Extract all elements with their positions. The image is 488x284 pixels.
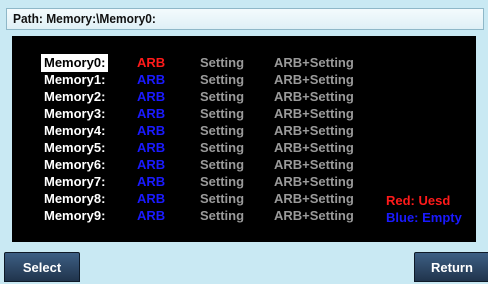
arb-setting-option[interactable]: ARB+Setting — [274, 89, 354, 105]
arb-option[interactable]: ARB — [137, 123, 165, 139]
arb-option[interactable]: ARB — [137, 208, 165, 224]
arb-setting-option[interactable]: ARB+Setting — [274, 140, 354, 156]
memory-slot-label[interactable]: Memory1: — [42, 72, 107, 88]
arb-option[interactable]: ARB — [137, 106, 165, 122]
memory-slot-label[interactable]: Memory9: — [42, 208, 107, 224]
arb-option[interactable]: ARB — [137, 140, 165, 156]
memory-slot-label[interactable]: Memory4: — [42, 123, 107, 139]
select-button[interactable]: Select — [4, 252, 80, 282]
setting-option[interactable]: Setting — [200, 55, 244, 71]
arb-setting-option[interactable]: ARB+Setting — [274, 157, 354, 173]
memory-slot-label[interactable]: Memory8: — [42, 191, 107, 207]
arb-option[interactable]: ARB — [137, 157, 165, 173]
arb-option[interactable]: ARB — [137, 55, 165, 71]
arb-setting-option[interactable]: ARB+Setting — [274, 123, 354, 139]
path-bar: Path: Memory:\Memory0: — [6, 8, 484, 30]
arb-setting-option[interactable]: ARB+Setting — [274, 174, 354, 190]
memory-slot-label[interactable]: Memory6: — [42, 157, 107, 173]
arb-option[interactable]: ARB — [137, 191, 165, 207]
setting-option[interactable]: Setting — [200, 123, 244, 139]
arb-setting-option[interactable]: ARB+Setting — [274, 208, 354, 224]
memory-panel: Memory0: ARB Setting ARB+Setting Memory1: ARB… — [12, 36, 476, 242]
memory-slot-label[interactable]: Memory7: — [42, 174, 107, 190]
return-button[interactable]: Return — [414, 252, 488, 282]
memory-row[interactable]: Memory3: ARB Setting ARB+Setting — [12, 106, 476, 122]
setting-option[interactable]: Setting — [200, 89, 244, 105]
setting-option[interactable]: Setting — [200, 140, 244, 156]
memory-row[interactable]: Memory1: ARB Setting ARB+Setting — [12, 72, 476, 88]
path-text: Path: Memory:\Memory0: — [13, 11, 156, 26]
arb-setting-option[interactable]: ARB+Setting — [274, 55, 354, 71]
arb-setting-option[interactable]: ARB+Setting — [274, 191, 354, 207]
setting-option[interactable]: Setting — [200, 157, 244, 173]
setting-option[interactable]: Setting — [200, 191, 244, 207]
memory-slot-label[interactable]: Memory5: — [42, 140, 107, 156]
memory-row[interactable]: Memory5: ARB Setting ARB+Setting — [12, 140, 476, 156]
setting-option[interactable]: Setting — [200, 208, 244, 224]
memory-row[interactable]: Memory6: ARB Setting ARB+Setting — [12, 157, 476, 173]
arb-option[interactable]: ARB — [137, 72, 165, 88]
memory-row[interactable]: Memory4: ARB Setting ARB+Setting — [12, 123, 476, 139]
memory-row[interactable]: Memory7: ARB Setting ARB+Setting — [12, 174, 476, 190]
memory-slot-label[interactable]: Memory0: — [40, 54, 109, 72]
memory-slot-label[interactable]: Memory3: — [42, 106, 107, 122]
memory-slot-label[interactable]: Memory2: — [42, 89, 107, 105]
legend-used: Red: Uesd — [386, 193, 451, 208]
arb-setting-option[interactable]: ARB+Setting — [274, 106, 354, 122]
arb-option[interactable]: ARB — [137, 174, 165, 190]
setting-option[interactable]: Setting — [200, 72, 244, 88]
setting-option[interactable]: Setting — [200, 106, 244, 122]
setting-option[interactable]: Setting — [200, 174, 244, 190]
memory-row[interactable]: Memory2: ARB Setting ARB+Setting — [12, 89, 476, 105]
memory-row[interactable]: Memory0: ARB Setting ARB+Setting — [12, 54, 476, 72]
arb-setting-option[interactable]: ARB+Setting — [274, 72, 354, 88]
arb-option[interactable]: ARB — [137, 89, 165, 105]
legend-empty: Blue: Empty — [386, 210, 462, 225]
